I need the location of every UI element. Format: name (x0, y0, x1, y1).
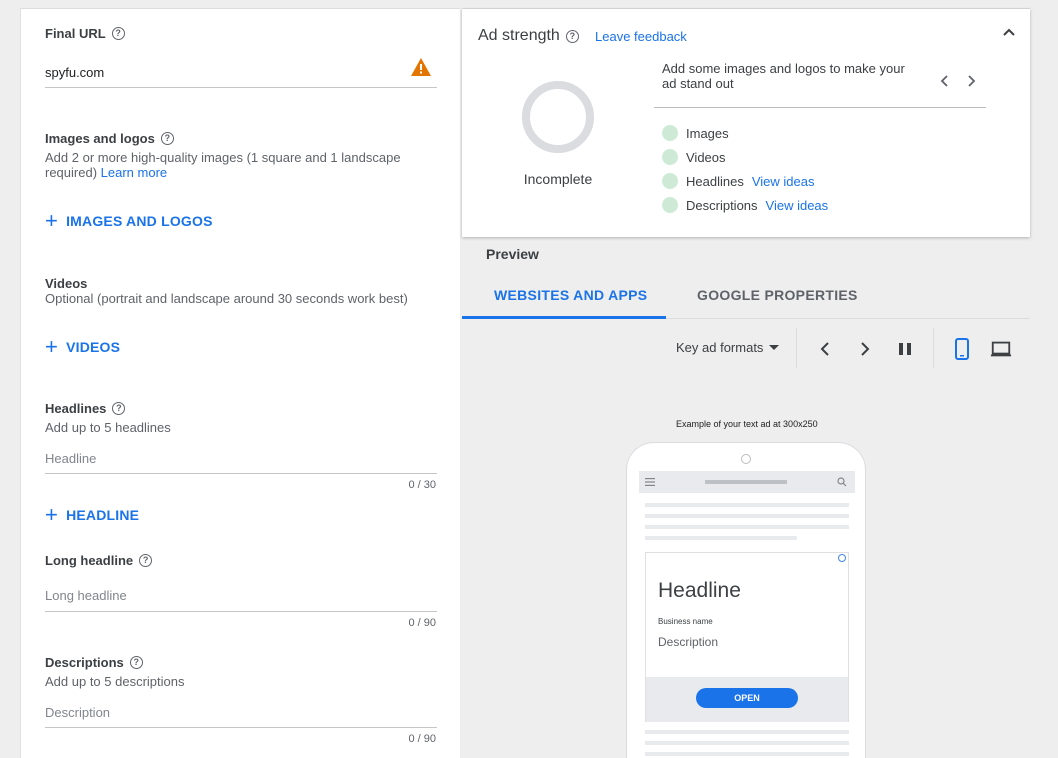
ad-format-select[interactable]: Key ad formats (676, 340, 780, 355)
text-ad-preview: Headline Business name Description OPEN (645, 552, 849, 722)
help-icon[interactable]: ? (565, 29, 579, 43)
pause-icon[interactable] (894, 338, 916, 360)
help-icon[interactable]: ? (129, 656, 143, 669)
final-url-label: Final URL ? (45, 26, 125, 41)
help-icon[interactable]: ? (139, 554, 153, 567)
add-headline-button[interactable]: + HEADLINE (45, 502, 139, 527)
tab-google-properties[interactable]: GOOGLE PROPERTIES (697, 287, 858, 303)
placeholder-line (645, 514, 849, 518)
plus-icon: + (45, 208, 59, 233)
open-button[interactable]: OPEN (696, 688, 798, 708)
toolbar-divider (796, 328, 797, 368)
placeholder-line (645, 525, 849, 529)
status-dot (662, 125, 678, 141)
checklist-item-images: Images (662, 125, 729, 141)
status-dot (662, 149, 678, 165)
placeholder-line (645, 752, 849, 756)
dropdown-arrow-icon (769, 345, 780, 350)
ad-business-name: Business name (658, 617, 713, 626)
mobile-icon[interactable] (951, 338, 973, 360)
long-headline-counter: 0 / 90 (408, 617, 436, 629)
tip-divider (654, 107, 986, 108)
placeholder-line (645, 730, 849, 734)
view-ideas-headlines-link[interactable]: View ideas (752, 174, 815, 189)
chevron-up-icon[interactable] (1002, 27, 1016, 37)
chevron-left-icon[interactable] (814, 338, 836, 360)
ad-description: Description (658, 635, 719, 649)
plus-icon: + (45, 334, 59, 359)
descriptions-help: Add up to 5 descriptions (45, 674, 185, 689)
add-videos-button[interactable]: + VIDEOS (45, 334, 120, 359)
strength-status: Incomplete (523, 171, 593, 187)
add-images-logos-button[interactable]: + IMAGES AND LOGOS (45, 208, 213, 233)
headline-underline (45, 473, 437, 474)
images-logos-help: Add 2 or more high-quality images (1 squ… (45, 150, 401, 180)
example-caption: Example of your text ad at 300x250 (676, 419, 818, 429)
ad-strength-card: Ad strength ? Leave feedback Incomplete … (462, 9, 1030, 237)
long-headline-underline (45, 611, 437, 612)
placeholder-line (645, 536, 797, 540)
camera-icon (741, 454, 751, 464)
strength-tip: Add some images and logos to make your a… (662, 61, 905, 91)
plus-icon: + (45, 502, 59, 527)
headline-input[interactable]: Headline (45, 451, 96, 466)
chevron-left-icon[interactable] (938, 73, 950, 89)
long-headline-input[interactable]: Long headline (45, 588, 127, 603)
search-icon (837, 477, 847, 487)
preview-title: Preview (486, 246, 539, 262)
videos-help: Optional (portrait and landscape around … (45, 291, 408, 306)
chevron-right-icon[interactable] (966, 73, 978, 89)
url-bar (705, 480, 787, 484)
active-tab-indicator (462, 316, 666, 319)
videos-label: Videos (45, 276, 88, 291)
tab-websites-and-apps[interactable]: WEBSITES AND APPS (494, 287, 647, 303)
description-counter: 0 / 90 (408, 733, 436, 745)
help-icon[interactable]: ? (112, 402, 126, 415)
phone-mockup: Headline Business name Description OPEN (626, 442, 866, 758)
ad-form-panel: Final URL ? spyfu.com Images and logos ?… (20, 8, 460, 758)
leave-feedback-link[interactable]: Leave feedback (595, 29, 687, 44)
ad-footer: OPEN (646, 677, 848, 722)
final-url-underline (45, 87, 437, 88)
description-input[interactable]: Description (45, 705, 110, 720)
status-dot (662, 173, 678, 189)
descriptions-label: Descriptions ? (45, 655, 143, 670)
chevron-right-icon[interactable] (854, 338, 876, 360)
warning-icon (411, 58, 431, 76)
checklist-item-descriptions: Descriptions View ideas (662, 197, 828, 213)
phone-screen: Headline Business name Description OPEN (639, 471, 855, 758)
images-logos-label: Images and logos ? (45, 131, 174, 146)
ad-strength-title: Ad strength ? (478, 27, 579, 45)
laptop-icon[interactable] (990, 338, 1012, 360)
placeholder-line (645, 741, 849, 745)
placeholder-line (645, 503, 849, 507)
info-icon (838, 554, 846, 562)
long-headline-label: Long headline ? (45, 553, 153, 568)
headlines-help: Add up to 5 headlines (45, 420, 171, 435)
checklist-item-videos: Videos (662, 149, 726, 165)
mobile-header-bar (639, 471, 855, 493)
headline-counter: 0 / 30 (408, 479, 436, 491)
toolbar-divider (933, 328, 934, 368)
strength-meter (522, 81, 594, 153)
help-icon[interactable]: ? (111, 27, 125, 40)
checklist-item-headlines: Headlines View ideas (662, 173, 814, 189)
learn-more-link[interactable]: Learn more (101, 165, 167, 180)
view-ideas-descriptions-link[interactable]: View ideas (766, 198, 829, 213)
ad-headline: Headline (658, 579, 741, 602)
menu-icon (645, 478, 655, 486)
status-dot (662, 197, 678, 213)
description-underline (45, 727, 437, 728)
headlines-label: Headlines ? (45, 401, 126, 416)
help-icon[interactable]: ? (160, 132, 174, 145)
final-url-field[interactable]: spyfu.com (45, 65, 104, 80)
